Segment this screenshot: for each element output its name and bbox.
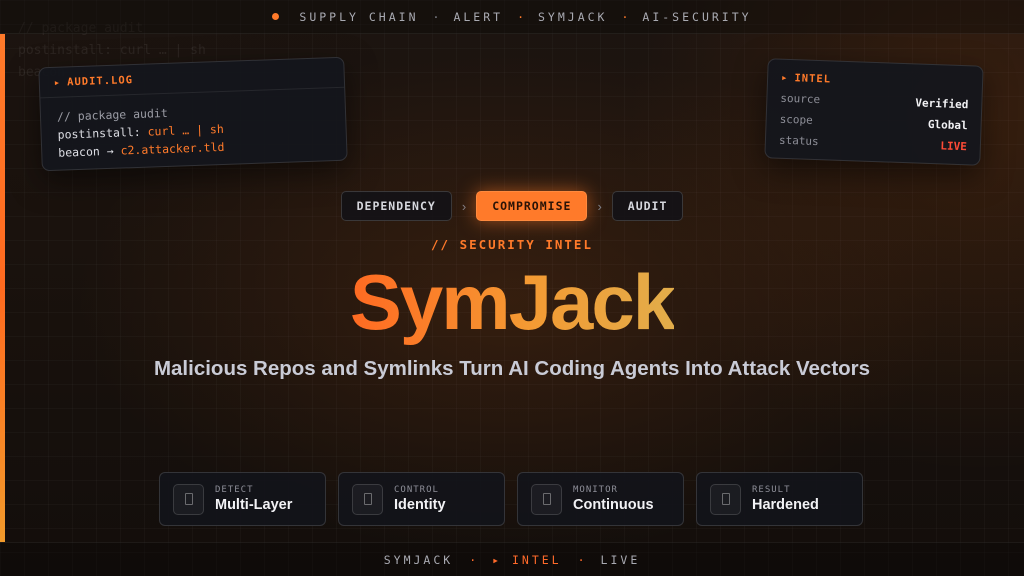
monitor-icon — [531, 483, 562, 515]
topbar-item: SYMJACK — [538, 9, 608, 24]
attack-chain-breadcrumb: DEPENDENCY › COMPROMISE › AUDIT — [0, 191, 1024, 221]
feature-tiles: DETECT Multi-Layer CONTROL Identity MONITO… — [159, 472, 865, 526]
intel-title: INTEL — [794, 72, 832, 86]
page-title: SymJack — [349, 258, 676, 346]
top-bar: SUPPLY CHAIN · ALERT · SYMJACK · AI-SECU… — [0, 0, 1024, 34]
intel-card: ▸ INTEL source Verified scope Global statu… — [764, 58, 984, 166]
tile-control: CONTROL Identity — [338, 472, 505, 526]
tile-detect: DETECT Multi-Layer — [159, 472, 326, 526]
chain-step-compromise[interactable]: COMPROMISE — [476, 191, 588, 221]
tile-result: RESULT Hardened — [696, 472, 863, 526]
audit-log-title: AUDIT.LOG — [66, 73, 134, 88]
tile-monitor: MONITOR Continuous — [517, 472, 684, 526]
bottom-bar: SYMJACK · ▸ INTEL · LIVE — [0, 542, 1024, 576]
bottombar-intel: ▸ INTEL — [492, 552, 562, 567]
chain-step-audit[interactable]: AUDIT — [611, 191, 684, 221]
play-icon: ▸ — [53, 76, 62, 89]
live-status-badge: LIVE — [940, 139, 968, 154]
control-icon — [352, 483, 383, 515]
audit-log-card: ▸ AUDIT.LOG // package audit postinstall… — [38, 56, 348, 173]
play-icon: ▸ — [780, 71, 789, 84]
topbar-item: ALERT — [453, 9, 504, 24]
topbar-item: SUPPLY CHAIN — [299, 9, 419, 24]
bottombar-live: LIVE — [600, 552, 641, 567]
section-kicker: // SECURITY INTEL — [431, 237, 593, 252]
page-subtitle: Malicious Repos and Symlinks Turn AI Cod… — [153, 357, 871, 380]
bottombar-brand: SYMJACK — [383, 552, 454, 567]
chevron-right-icon: › — [597, 198, 602, 214]
topbar-item: AI-SECURITY — [642, 9, 752, 24]
audit-log-body: // package audit postinstall: curl … | s… — [40, 88, 346, 173]
chain-step-dependency[interactable]: DEPENDENCY — [340, 191, 452, 221]
chevron-right-icon: › — [461, 198, 467, 214]
result-icon — [710, 483, 741, 515]
status-dot-icon — [272, 13, 280, 20]
detect-icon — [173, 483, 204, 515]
